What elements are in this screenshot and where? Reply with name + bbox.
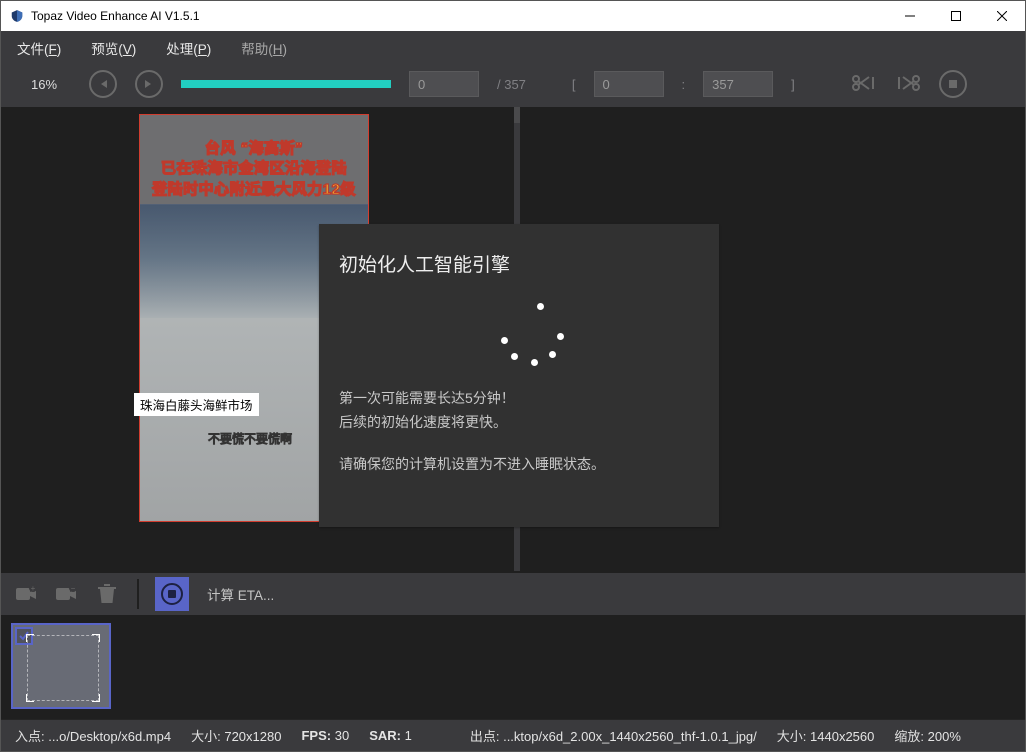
record-add-icon[interactable]: + bbox=[13, 580, 41, 608]
record-remove-icon[interactable]: − bbox=[53, 580, 81, 608]
status-size2-label: 大小: bbox=[777, 729, 807, 744]
progress-bar[interactable] bbox=[181, 80, 391, 88]
eta-text: 计算 ETA... bbox=[207, 584, 274, 604]
status-fps-label: FPS: bbox=[301, 728, 331, 743]
status-size-value: 720x1280 bbox=[224, 729, 281, 744]
minimize-button[interactable] bbox=[887, 1, 933, 31]
status-out-label: 出点: bbox=[470, 729, 500, 744]
status-in-value: ...o/Desktop/x6d.mp4 bbox=[48, 729, 171, 744]
bracket-left: [ bbox=[572, 77, 576, 92]
status-scale-label: 缩放: bbox=[894, 729, 924, 744]
thumbnail-preview bbox=[27, 635, 99, 701]
svg-text:+: + bbox=[31, 584, 36, 593]
zoom-level: 16% bbox=[31, 77, 71, 92]
status-size2-value: 1440x2560 bbox=[810, 729, 874, 744]
status-out-value: ...ktop/x6d_2.00x_1440x2560_thf-1.0.1_jp… bbox=[503, 729, 757, 744]
status-size-label: 大小: bbox=[191, 729, 221, 744]
cut-start-icon[interactable] bbox=[851, 74, 877, 95]
modal-title: 初始化人工智能引擎 bbox=[339, 250, 699, 277]
stop-process-button[interactable] bbox=[155, 577, 189, 611]
maximize-button[interactable] bbox=[933, 1, 979, 31]
status-scale-value: 200% bbox=[928, 729, 961, 744]
menu-preview[interactable]: 预览(V) bbox=[91, 38, 136, 58]
app-logo-icon bbox=[9, 8, 25, 24]
main-area: 台风 “海高斯” 已在珠海市金湾区沿海登陆 登陆时中心附近最大风力12级 珠海白… bbox=[1, 107, 1025, 571]
statusbar: 入点: ...o/Desktop/x6d.mp4 大小: 720x1280 FP… bbox=[1, 719, 1025, 751]
bottom-toolbar: + − 计算 ETA... bbox=[1, 571, 1025, 615]
skip-forward-button[interactable] bbox=[135, 70, 163, 98]
thumbnail-item[interactable] bbox=[11, 623, 111, 709]
skip-back-button[interactable] bbox=[89, 70, 117, 98]
stop-preview-button[interactable] bbox=[939, 70, 967, 98]
overlay-headline: 台风 “海高斯” 已在珠海市金湾区沿海登陆 登陆时中心附近最大风力12级 bbox=[140, 139, 368, 200]
menu-help[interactable]: 帮助(H) bbox=[241, 38, 287, 58]
toolbar: 16% 0 / 357 [ 0 : 357 ] bbox=[1, 65, 1025, 107]
status-in-label: 入点: bbox=[15, 729, 45, 744]
modal-line1: 第一次可能需要长达5分钟！ bbox=[339, 387, 699, 411]
overlay-location: 珠海白藤头海鲜市场 bbox=[134, 393, 259, 416]
status-sar-label: SAR: bbox=[369, 728, 401, 743]
range-start-input[interactable]: 0 bbox=[594, 71, 664, 97]
window-title: Topaz Video Enhance AI V1.5.1 bbox=[31, 9, 200, 23]
app-window: Topaz Video Enhance AI V1.5.1 文件(F) 预览(V… bbox=[0, 0, 1026, 752]
menubar: 文件(F) 预览(V) 处理(P) 帮助(H) bbox=[1, 31, 1025, 65]
menu-file[interactable]: 文件(F) bbox=[17, 38, 61, 58]
overlay-subtitle: 不要慌不要慌啊 bbox=[208, 430, 292, 447]
menu-process[interactable]: 处理(P) bbox=[166, 38, 211, 58]
bracket-right: ] bbox=[791, 77, 795, 92]
status-sar-value: 1 bbox=[405, 728, 412, 743]
thumbnail-row bbox=[1, 615, 1025, 719]
range-sep: : bbox=[682, 77, 686, 92]
frame-total: / 357 bbox=[497, 77, 526, 92]
range-end-input[interactable]: 357 bbox=[703, 71, 773, 97]
close-button[interactable] bbox=[979, 1, 1025, 31]
viewer: 台风 “海高斯” 已在珠海市金湾区沿海登陆 登陆时中心附近最大风力12级 珠海白… bbox=[4, 107, 1025, 571]
modal-line3: 请确保您的计算机设置为不进入睡眠状态。 bbox=[339, 453, 699, 477]
modal-line2: 后续的初始化速度将更快。 bbox=[339, 411, 699, 435]
current-frame-input[interactable]: 0 bbox=[409, 71, 479, 97]
titlebar: Topaz Video Enhance AI V1.5.1 bbox=[1, 1, 1025, 31]
loading-spinner-icon bbox=[499, 303, 699, 375]
status-fps-value: 30 bbox=[335, 728, 349, 743]
svg-text:−: − bbox=[71, 584, 76, 593]
init-modal: 初始化人工智能引擎 第一次可能需要长达5分钟！ 后续的初始化速度将更快。 请确保… bbox=[319, 224, 719, 527]
cut-end-icon[interactable] bbox=[895, 74, 921, 95]
trash-icon[interactable] bbox=[93, 580, 121, 608]
